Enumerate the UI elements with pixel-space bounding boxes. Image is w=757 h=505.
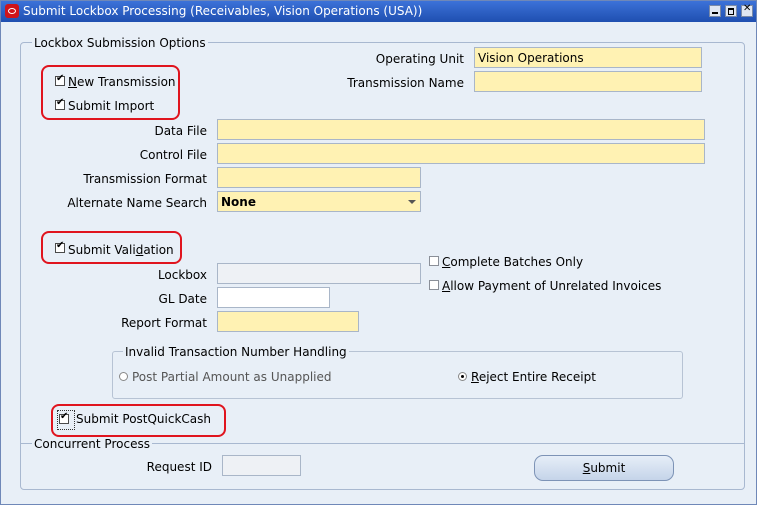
request-id-field: [222, 455, 301, 476]
concurrent-process-title: Concurrent Process: [32, 437, 152, 451]
submit-import-label[interactable]: Submit Import: [68, 99, 154, 113]
invalid-transaction-title: Invalid Transaction Number Handling: [123, 345, 349, 359]
alternate-name-search-value: None: [221, 195, 256, 209]
operating-unit-label: Operating Unit: [375, 52, 464, 66]
minimize-icon[interactable]: [709, 5, 721, 17]
report-format-field[interactable]: [217, 311, 359, 332]
oracle-logo-icon: [5, 4, 19, 18]
submit-validation-checkbox[interactable]: [55, 240, 65, 253]
complete-batches-checkbox[interactable]: [429, 256, 439, 266]
window-title: Submit Lockbox Processing (Receivables, …: [23, 4, 423, 18]
gl-date-label: GL Date: [158, 292, 207, 306]
maximize-icon[interactable]: [725, 5, 737, 17]
allow-payment-checkbox[interactable]: [429, 280, 439, 290]
data-file-field[interactable]: [217, 119, 705, 140]
data-file-label: Data File: [154, 124, 207, 138]
submit-postquickcash-label[interactable]: Submit PostQuickCash: [76, 412, 211, 426]
lockbox-window: Submit Lockbox Processing (Receivables, …: [0, 0, 757, 505]
submit-button[interactable]: Submit: [534, 455, 674, 481]
transmission-format-label: Transmission Format: [83, 172, 207, 186]
request-id-label: Request ID: [146, 460, 212, 474]
post-partial-label[interactable]: Post Partial Amount as Unapplied: [132, 370, 331, 384]
operating-unit-field[interactable]: Vision Operations: [474, 47, 702, 68]
submit-postquickcash-checkbox[interactable]: [59, 411, 69, 424]
control-file-field[interactable]: [217, 143, 705, 164]
alternate-name-search-label: Alternate Name Search: [67, 196, 207, 210]
reject-entire-label[interactable]: Reject Entire Receipt: [471, 370, 596, 384]
options-section-title: Lockbox Submission Options: [32, 36, 208, 50]
gl-date-field[interactable]: [217, 287, 330, 308]
complete-batches-label[interactable]: Complete Batches Only: [442, 255, 583, 269]
reject-entire-radio[interactable]: [458, 372, 467, 381]
post-partial-radio[interactable]: [119, 372, 128, 381]
control-file-label: Control File: [139, 148, 207, 162]
alternate-name-search-select[interactable]: None: [217, 191, 421, 212]
submit-validation-label[interactable]: Submit Validation: [68, 243, 174, 257]
report-format-label: Report Format: [121, 316, 207, 330]
close-icon[interactable]: [741, 3, 753, 17]
new-transmission-checkbox[interactable]: [55, 73, 65, 86]
allow-payment-label[interactable]: Allow Payment of Unrelated Invoices: [442, 279, 661, 293]
new-transmission-label[interactable]: New Transmission: [68, 75, 176, 89]
transmission-format-field[interactable]: [217, 167, 421, 188]
chevron-down-icon[interactable]: [408, 200, 416, 204]
lockbox-label: Lockbox: [157, 268, 207, 282]
transmission-name-field[interactable]: [474, 71, 702, 92]
title-bar[interactable]: Submit Lockbox Processing (Receivables, …: [1, 1, 756, 22]
transmission-name-label: Transmission Name: [347, 76, 464, 90]
lockbox-field[interactable]: [217, 263, 421, 284]
submit-import-checkbox[interactable]: [55, 97, 65, 110]
